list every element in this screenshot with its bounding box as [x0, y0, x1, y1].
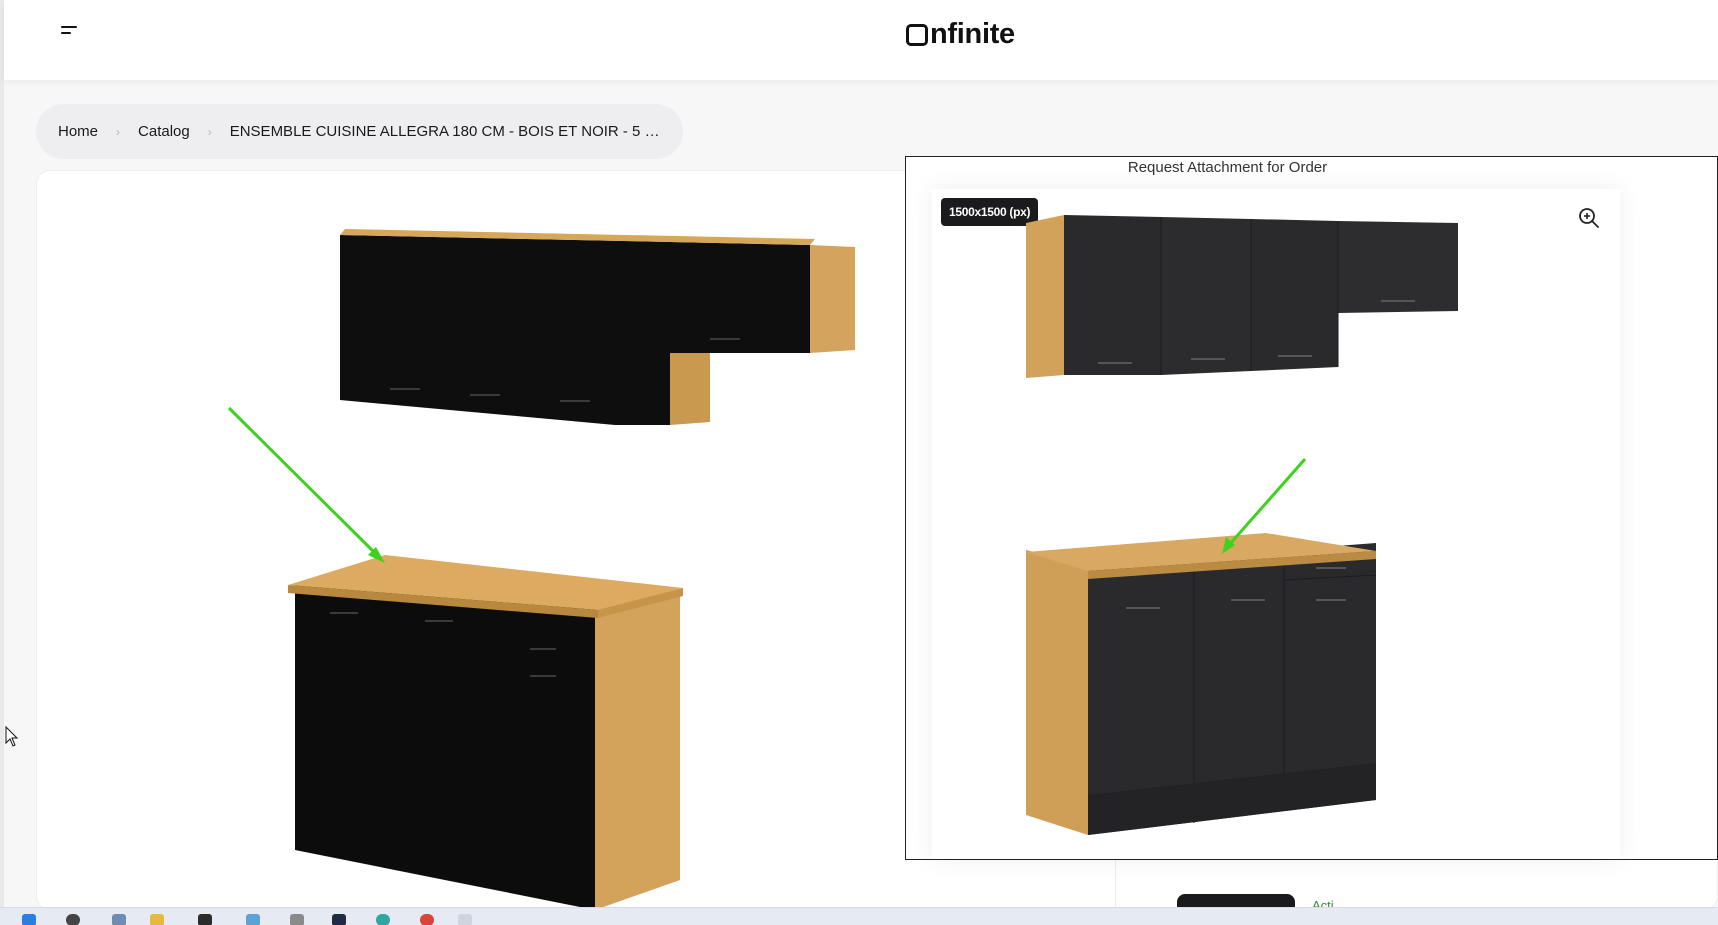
windows-start-icon[interactable]	[22, 914, 36, 925]
menu-button[interactable]	[56, 20, 84, 42]
app-icon[interactable]	[458, 914, 472, 925]
logo-mark-icon	[906, 24, 928, 46]
brand-logo[interactable]: nfinite	[906, 14, 1015, 54]
app-icon[interactable]	[246, 914, 260, 925]
top-header: nfinite	[4, 0, 1718, 80]
breadcrumb-catalog[interactable]: Catalog	[138, 123, 190, 140]
app-icon[interactable]	[332, 914, 346, 925]
image-size-badge: 1500x1500 (px)	[941, 198, 1039, 226]
logo-text: nfinite	[930, 17, 1015, 50]
attachment-viewer: Request Attachment for Order 1500x1500 (…	[905, 156, 1718, 860]
zoom-button[interactable]	[1576, 205, 1602, 231]
zoom-in-icon	[1579, 208, 1599, 228]
app-icon[interactable]	[376, 914, 390, 925]
browser-icon[interactable]	[420, 914, 434, 925]
menu-icon	[61, 26, 77, 34]
app-icon[interactable]	[290, 914, 304, 925]
os-taskbar	[0, 907, 1718, 925]
file-explorer-icon[interactable]	[150, 914, 164, 925]
chevron-right-icon: ›	[116, 124, 121, 139]
task-view-icon[interactable]	[112, 914, 126, 925]
left-rail	[0, 0, 4, 925]
mouse-cursor-icon	[5, 726, 19, 747]
product-main-image[interactable]	[200, 220, 880, 910]
breadcrumb: Home › Catalog › ENSEMBLE CUISINE ALLEGR…	[36, 104, 683, 159]
breadcrumb-home[interactable]: Home	[58, 123, 98, 140]
section-divider	[1115, 860, 1116, 908]
viewer-product-image[interactable]	[1026, 215, 1516, 845]
breadcrumb-current: ENSEMBLE CUISINE ALLEGRA 180 CM - BOIS E…	[229, 123, 660, 140]
page: nfinite Home › Catalog › ENSEMBLE CUISIN…	[0, 0, 1718, 925]
search-icon[interactable]	[66, 914, 80, 925]
app-icon[interactable]	[198, 914, 212, 925]
viewer-title: Request Attachment for Order	[1127, 159, 1328, 176]
chevron-right-icon: ›	[207, 124, 212, 139]
